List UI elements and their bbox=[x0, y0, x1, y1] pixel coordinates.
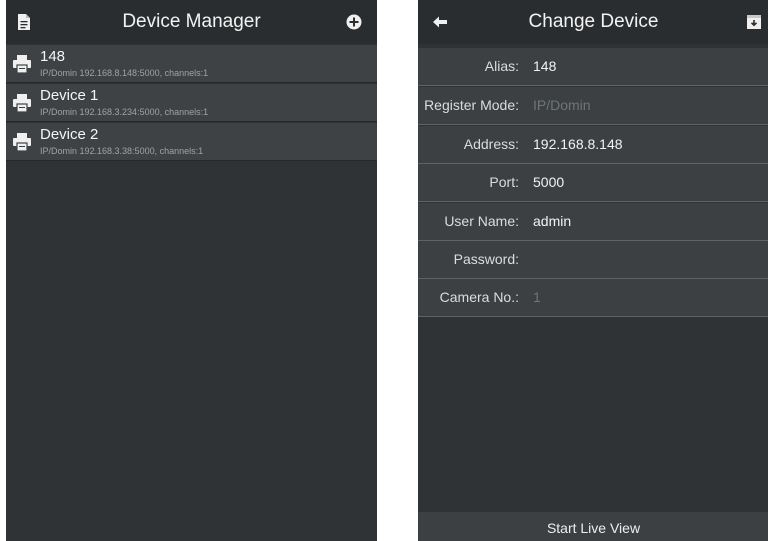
device-list-item[interactable]: Device 1 IP/Domin 192.168.3.234:5000, ch… bbox=[6, 84, 377, 122]
address-row: Address: 192.168.8.148 bbox=[418, 126, 768, 164]
page-title: Change Device bbox=[528, 11, 659, 32]
camera-no-row: Camera No.: 1 bbox=[418, 279, 768, 317]
camera-no-label: Camera No.: bbox=[439, 289, 519, 305]
device-name: 148 bbox=[40, 48, 66, 65]
page-title: Device Manager bbox=[122, 11, 261, 32]
printer-icon bbox=[13, 55, 31, 74]
device-name: Device 2 bbox=[40, 126, 99, 143]
printer-icon bbox=[13, 133, 31, 152]
camera-no-field[interactable]: 1 bbox=[533, 279, 541, 316]
device-list-item[interactable]: Device 2 IP/Domin 192.168.3.38:5000, cha… bbox=[6, 123, 377, 161]
password-label: Password: bbox=[453, 251, 519, 267]
port-label: Port: bbox=[489, 174, 519, 190]
register-mode-label: Register Mode: bbox=[424, 97, 519, 113]
user-name-row: User Name: admin bbox=[418, 203, 768, 241]
device-list-item[interactable]: 148 IP/Domin 192.168.8.148:5000, channel… bbox=[6, 45, 377, 83]
address-field[interactable]: 192.168.8.148 bbox=[533, 126, 623, 163]
user-name-label: User Name: bbox=[444, 213, 519, 229]
register-mode-select[interactable]: IP/Domin bbox=[533, 87, 591, 124]
alias-field[interactable]: 148 bbox=[533, 48, 556, 85]
device-manager-titlebar: Device Manager bbox=[6, 0, 377, 44]
printer-icon bbox=[13, 94, 31, 113]
port-row: Port: 5000 bbox=[418, 164, 768, 202]
device-detail: IP/Domin 192.168.3.234:5000, channels:1 bbox=[40, 107, 209, 117]
device-detail: IP/Domin 192.168.3.38:5000, channels:1 bbox=[40, 146, 204, 156]
address-label: Address: bbox=[463, 136, 519, 152]
user-name-field[interactable]: admin bbox=[533, 203, 571, 240]
start-live-view-button[interactable]: Start Live View bbox=[418, 512, 768, 541]
port-field[interactable]: 5000 bbox=[533, 164, 564, 201]
device-detail: IP/Domin 192.168.8.148:5000, channels:1 bbox=[40, 68, 209, 78]
save-icon[interactable] bbox=[745, 13, 763, 31]
change-device-screen: Change Device Alias: 148 Register Mode: … bbox=[418, 0, 768, 541]
change-device-titlebar: Change Device bbox=[418, 0, 768, 44]
register-mode-row: Register Mode: IP/Domin bbox=[418, 87, 768, 125]
alias-label: Alias: bbox=[484, 58, 519, 74]
password-row: Password: bbox=[418, 241, 768, 279]
device-name: Device 1 bbox=[40, 87, 99, 104]
add-circle-icon[interactable] bbox=[345, 13, 363, 31]
device-manager-screen: Device Manager 148 IP/Domin 192.168.8.14… bbox=[6, 0, 377, 541]
alias-row: Alias: 148 bbox=[418, 48, 768, 86]
